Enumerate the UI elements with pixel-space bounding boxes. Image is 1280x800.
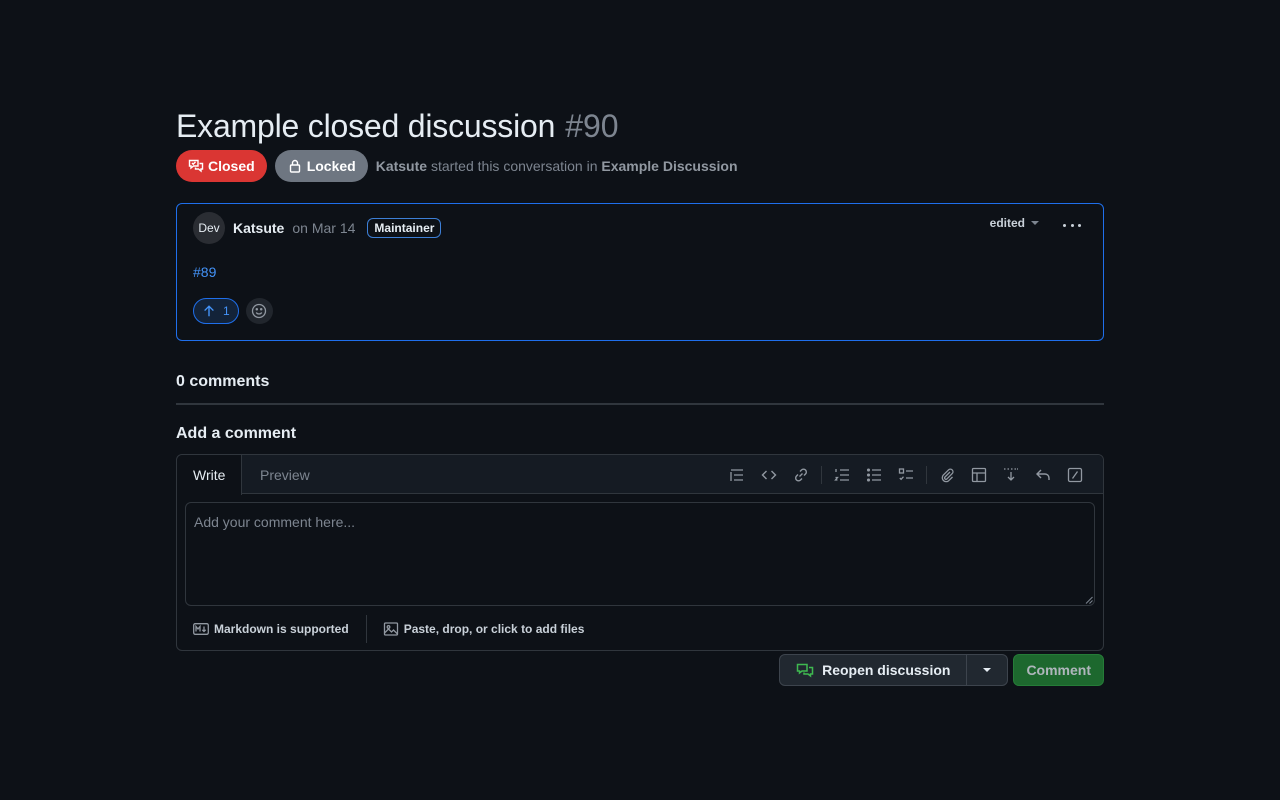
- markdown-toolbar: [721, 455, 1091, 494]
- discussion-closed-icon: [188, 159, 204, 173]
- locked-label: Locked: [306, 158, 356, 174]
- comment-editor: Write Preview Add your comment here... M…: [176, 454, 1104, 651]
- starter-author-link[interactable]: Katsute: [376, 158, 427, 174]
- reopen-label: Reopen discussion: [822, 662, 951, 678]
- post-header: Dev Katsute on Mar 14 Maintainer: [193, 212, 442, 244]
- closed-status-badge: Closed: [176, 150, 267, 182]
- title-row: Example closed discussion #90: [176, 106, 1104, 146]
- resize-grip-icon[interactable]: [1085, 596, 1093, 604]
- reopen-button-group: Reopen discussion: [779, 654, 1009, 686]
- markdown-icon: [193, 623, 209, 635]
- triangle-down-icon: [983, 668, 992, 672]
- add-comment-heading: Add a comment: [176, 425, 297, 442]
- arrow-up-icon: [204, 305, 214, 317]
- ordered-list-icon[interactable]: [826, 459, 858, 491]
- attach-files-button[interactable]: Paste, drop, or click to add files: [383, 621, 585, 637]
- page-title: Example closed discussion: [176, 107, 556, 144]
- issue-reference-link[interactable]: #89: [193, 264, 216, 280]
- markdown-note: Markdown is supported: [214, 622, 349, 636]
- comment-actions: Reopen discussion Comment: [779, 654, 1104, 686]
- paperclip-icon[interactable]: [931, 459, 963, 491]
- toolbar-divider: [821, 465, 822, 484]
- editor-footer: Markdown is supported Paste, drop, or cl…: [193, 615, 585, 643]
- maintainer-badge: Maintainer: [367, 218, 442, 238]
- editor-header: Write Preview: [177, 455, 1103, 495]
- divider: [176, 403, 1104, 405]
- category-link[interactable]: Example Discussion: [601, 158, 737, 174]
- locked-status-badge: Locked: [274, 150, 368, 182]
- chevron-down-icon: [1031, 221, 1039, 225]
- toolbar-divider: [926, 465, 927, 484]
- link-icon[interactable]: [785, 459, 817, 491]
- post-author-link[interactable]: Katsute: [233, 220, 284, 236]
- code-icon[interactable]: [753, 459, 785, 491]
- upvote-count: 1: [223, 304, 230, 318]
- insert-icon[interactable]: [995, 459, 1027, 491]
- comments-count: 0 comments: [176, 373, 270, 390]
- discussion-post: Dev Katsute on Mar 14 Maintainer edited …: [176, 203, 1104, 341]
- lock-icon: [289, 159, 300, 173]
- discussion-number: #90: [565, 107, 619, 144]
- image-icon: [383, 622, 398, 636]
- reply-icon[interactable]: [1027, 459, 1059, 491]
- edited-history-button[interactable]: edited: [990, 216, 1039, 230]
- heading-icon[interactable]: [721, 459, 753, 491]
- files-note: Paste, drop, or click to add files: [403, 622, 585, 636]
- discussion-container: Example closed discussion #90 Closed Loc…: [176, 106, 1104, 686]
- started-by-text: Katsute started this conversation in Exa…: [376, 158, 738, 174]
- reopen-discussion-button[interactable]: Reopen discussion: [780, 655, 968, 685]
- tab-write[interactable]: Write: [177, 455, 243, 495]
- reactions-bar: 1: [193, 298, 273, 324]
- discussion-outline-icon: [796, 663, 814, 678]
- comment-button[interactable]: Comment: [1013, 654, 1104, 686]
- unordered-list-icon[interactable]: [858, 459, 890, 491]
- started-text: started this conversation in: [430, 158, 598, 174]
- footer-divider: [365, 615, 367, 643]
- tab-preview[interactable]: Preview: [244, 455, 326, 494]
- comment-textarea[interactable]: [185, 502, 1095, 606]
- task-list-icon[interactable]: [890, 459, 922, 491]
- smiley-icon: [252, 303, 267, 319]
- upvote-button[interactable]: 1: [193, 298, 239, 324]
- post-date[interactable]: on Mar 14: [292, 220, 355, 236]
- table-icon[interactable]: [963, 459, 995, 491]
- slash-command-icon[interactable]: [1059, 459, 1091, 491]
- closed-label: Closed: [208, 158, 255, 174]
- kebab-horizontal-icon[interactable]: [1063, 217, 1081, 233]
- markdown-supported-link[interactable]: Markdown is supported: [193, 622, 349, 636]
- meta-row: Closed Locked Katsute started this conve…: [176, 150, 1104, 182]
- add-reaction-button[interactable]: [245, 298, 273, 324]
- avatar[interactable]: Dev: [193, 212, 225, 244]
- edited-label: edited: [989, 216, 1025, 230]
- reopen-options-dropdown[interactable]: [967, 655, 1007, 685]
